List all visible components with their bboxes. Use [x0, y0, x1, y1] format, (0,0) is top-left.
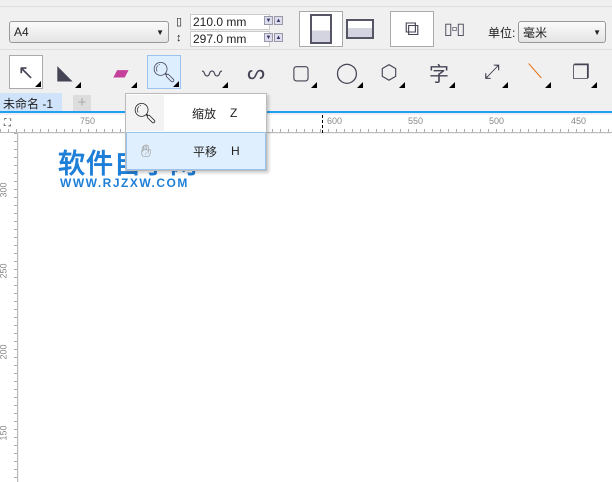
units-value: 毫米	[523, 25, 548, 40]
all-pages-button[interactable]: ⧉	[390, 11, 434, 47]
page-width-input[interactable]: 210.0 mm	[190, 14, 270, 30]
pages-icon: ⧉	[404, 17, 420, 40]
page-size-value: A4	[14, 25, 29, 39]
shape-node-icon: ◣	[57, 61, 73, 84]
flyout-item-label: 平移	[193, 144, 218, 159]
polygon-tool[interactable]: ⬡	[372, 55, 406, 89]
chevron-down-icon: ▼	[156, 27, 164, 37]
flyout-item-label: 缩放	[192, 106, 217, 121]
rectangle-tool[interactable]: ▢	[284, 55, 318, 89]
height-increment[interactable]: ▲	[274, 33, 283, 42]
ruler-label: 200	[0, 344, 9, 360]
freehand-tool[interactable]: 〰	[195, 55, 229, 89]
portrait-icon	[310, 14, 332, 44]
ellipse-tool[interactable]: ◯	[330, 55, 364, 89]
flyout-item-shortcut: Z	[230, 106, 238, 120]
chevron-down-icon: ▼	[593, 27, 601, 37]
dimension-tool[interactable]: ⤢	[475, 55, 509, 89]
flyout-item-shortcut: H	[231, 144, 240, 158]
ruler-label: 550	[408, 116, 424, 126]
watermark-url: WWW.RJZXW.COM	[60, 176, 189, 190]
width-icon: ▯	[176, 16, 183, 28]
hexagon-icon: ⬡	[380, 61, 398, 84]
text-char-icon: 字	[429, 63, 449, 86]
ellipse-icon: ◯	[335, 61, 359, 84]
document-tabs: 未命名 -1 +	[0, 93, 612, 113]
zoom-flyout-menu: 🔍︎ 缩放 Z ✋︎ 平移 H	[125, 93, 267, 171]
ruler-label: 450	[571, 116, 587, 126]
connector-tool[interactable]: ⟍	[518, 55, 552, 89]
width-decrement[interactable]: ▼	[264, 16, 273, 25]
zoom-tool[interactable]: 🔍︎	[147, 55, 181, 89]
portrait-button[interactable]	[299, 11, 343, 47]
brush-stroke-icon: ᔕ	[247, 61, 265, 84]
drop-shadow-tool[interactable]: ❐	[564, 55, 598, 89]
pick-tool[interactable]: ↖	[9, 55, 43, 89]
connector-icon: ⟍	[528, 60, 542, 83]
page-bars-icon: ▯▫▯	[443, 21, 465, 38]
add-tab-button[interactable]: +	[73, 95, 91, 111]
vertical-ruler[interactable]: 300 250 200 150	[0, 133, 18, 482]
ruler-label: 500	[489, 116, 505, 126]
artistic-media-tool[interactable]: ᔕ	[239, 55, 273, 89]
horizontal-ruler[interactable]: ⛶ 750 600 550 500 450	[0, 115, 612, 133]
ruler-label: 600	[327, 116, 343, 126]
ruler-ticks	[0, 129, 612, 132]
ruler-label: 150	[0, 425, 9, 441]
arrow-cursor-icon: ↖	[17, 61, 35, 84]
dimension-arrow-icon: ⤢	[484, 60, 500, 83]
page-height-input[interactable]: 297.0 mm	[190, 31, 270, 47]
width-increment[interactable]: ▲	[274, 16, 283, 25]
landscape-button[interactable]	[338, 11, 382, 47]
rectangle-icon: ▢	[291, 61, 311, 84]
property-bar: A4 ▼ ▯ 210.0 mm ▼ ▲ ↕ 297.0 mm ▼ ▲ ⧉ ▯▫▯ …	[0, 8, 612, 50]
toolbox: ↖ ◣ ▰ 🔍︎ 〰 ᔕ ▢ ◯ ⬡ 字 ⤢ ⟍ ❐	[0, 51, 612, 93]
top-toolbar-strip	[0, 0, 612, 7]
shape-tool[interactable]: ◣	[48, 55, 82, 89]
units-select[interactable]: 毫米 ▼	[518, 21, 606, 43]
current-page-button[interactable]: ▯▫▯	[432, 11, 476, 47]
page-size-select[interactable]: A4 ▼	[9, 21, 169, 43]
units-label: 单位:	[488, 26, 516, 40]
eraser-icon: ▰	[113, 61, 129, 84]
hand-icon: ✋︎	[140, 140, 152, 161]
height-decrement[interactable]: ▼	[264, 33, 273, 42]
drop-shadow-icon: ❐	[572, 61, 590, 84]
ruler-ticks	[14, 133, 17, 482]
ruler-label: 300	[0, 182, 9, 198]
ruler-label: 750	[80, 116, 96, 126]
freehand-icon: 〰	[202, 63, 222, 86]
eraser-tool[interactable]: ▰	[104, 55, 138, 89]
text-tool[interactable]: 字	[422, 55, 456, 89]
flyout-item-zoom[interactable]: 🔍︎ 缩放 Z	[126, 94, 266, 132]
ruler-label: 250	[0, 263, 9, 279]
flyout-item-pan[interactable]: ✋︎ 平移 H	[126, 132, 266, 170]
landscape-icon	[346, 19, 374, 39]
height-icon: ↕	[176, 32, 182, 44]
ruler-origin-icon[interactable]: ⛶	[4, 118, 11, 129]
magnifier-icon: 🔍︎	[126, 95, 164, 131]
tab-untitled-1[interactable]: 未命名 -1	[0, 93, 62, 111]
